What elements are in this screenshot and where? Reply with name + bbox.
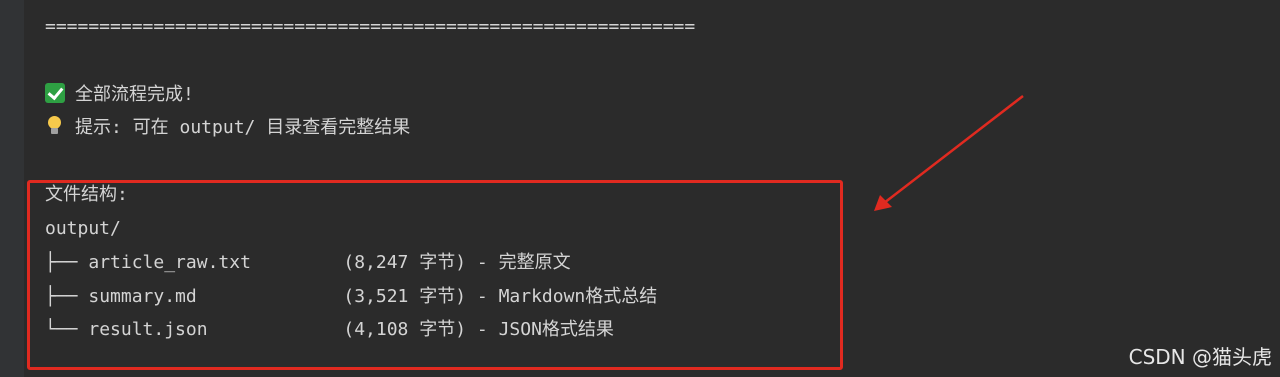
annotation-arrow-icon (874, 95, 1024, 211)
watermark: CSDN @猫头虎 (1128, 345, 1272, 369)
